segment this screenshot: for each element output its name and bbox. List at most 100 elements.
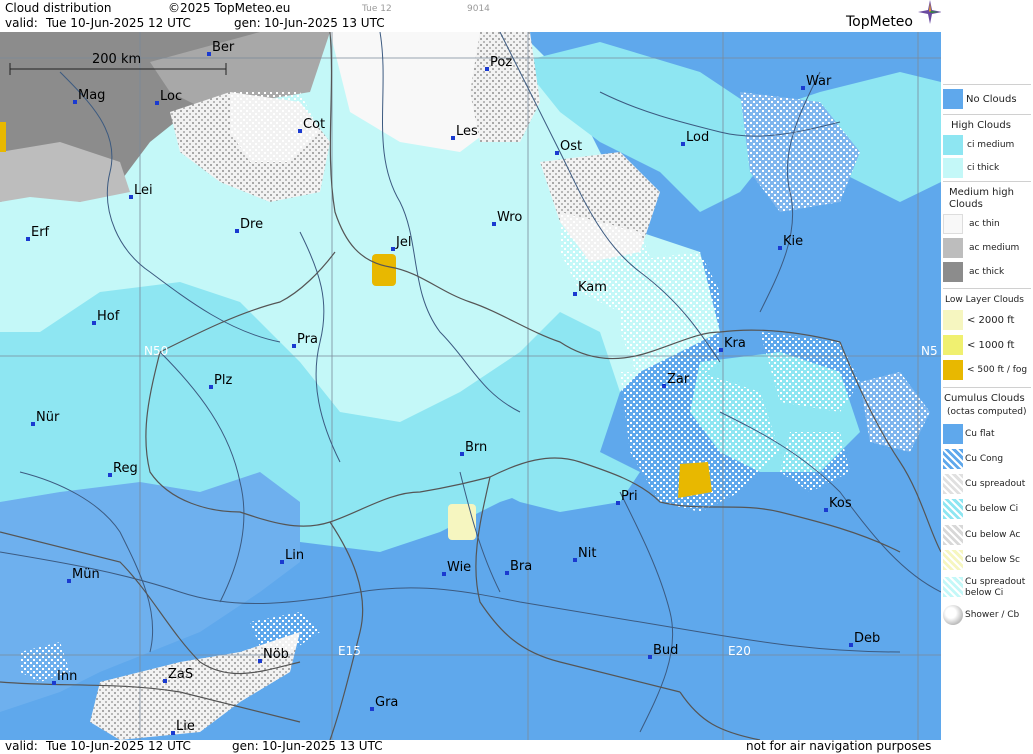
city-reg: Reg bbox=[108, 461, 138, 477]
city-label: Inn bbox=[57, 669, 77, 684]
legend-lt1000: < 1000 ft bbox=[967, 340, 1015, 351]
legend-cu-below-ac: Cu below Ac bbox=[965, 530, 1021, 540]
map-footer: valid: Tue 10-Jun-2025 12 UTC gen: 10-Ju… bbox=[0, 739, 941, 754]
city-label: Erf bbox=[31, 225, 50, 240]
cloud-map-canvas: N50 N5 E15 E20 Ber Poz War Mag Loc Cot Les Ost L… bbox=[0, 32, 941, 740]
city-brn: Brn bbox=[460, 440, 487, 456]
city-mun: Mün bbox=[67, 567, 100, 583]
city-label: Dre bbox=[240, 217, 263, 232]
city-mag: Mag bbox=[73, 88, 105, 104]
footer-disclaimer: not for air navigation purposes bbox=[746, 739, 932, 753]
city-label: Nit bbox=[578, 546, 596, 561]
city-label: Cot bbox=[303, 117, 325, 132]
legend-panel: No Clouds High Clouds ci medium ci thick… bbox=[941, 0, 1033, 754]
gen-label: gen: bbox=[234, 16, 261, 30]
legend-ac-thin: ac thin bbox=[969, 219, 1000, 229]
legend-swatch-ci-medium bbox=[943, 135, 963, 155]
legend-cu-below-ci: Cu below Ci bbox=[965, 504, 1019, 514]
city-bud: Bud bbox=[648, 643, 678, 659]
city-label: Kos bbox=[829, 496, 852, 511]
city-marker-icon bbox=[485, 67, 489, 71]
city-marker-icon bbox=[391, 247, 395, 251]
city-marker-icon bbox=[73, 100, 77, 104]
grid-label-n50-right: N5 bbox=[921, 344, 938, 358]
city-marker-icon bbox=[155, 101, 159, 105]
legend-divider bbox=[943, 114, 1031, 115]
city-poz: Poz bbox=[485, 55, 512, 71]
city-label: Wie bbox=[447, 560, 471, 575]
city-hof: Hof bbox=[92, 309, 120, 325]
city-kam: Kam bbox=[573, 280, 607, 296]
city-label: Mag bbox=[78, 88, 105, 103]
legend-swatch-cu-below-ci bbox=[943, 499, 963, 519]
city-marker-icon bbox=[505, 571, 509, 575]
legend-divider bbox=[943, 181, 1031, 182]
city-lod: Lod bbox=[681, 130, 709, 146]
faint-day-label: Tue 12 bbox=[362, 4, 392, 14]
copyright: ©2025 TopMeteo.eu bbox=[168, 1, 291, 15]
city-label: Brn bbox=[465, 440, 487, 455]
city-wro: Wro bbox=[492, 210, 522, 226]
city-marker-icon bbox=[129, 195, 133, 199]
legend-swatch-lt2000 bbox=[943, 310, 963, 330]
city-label: Bra bbox=[510, 559, 532, 574]
legend-cu-spreadout: Cu spreadout bbox=[965, 479, 1026, 489]
legend-swatch-lt500 bbox=[943, 360, 963, 380]
city-cot: Cot bbox=[298, 117, 325, 133]
footer-valid-label: valid: bbox=[5, 739, 38, 753]
city-dre: Dre bbox=[235, 217, 263, 233]
city-nob: Nöb bbox=[258, 647, 289, 663]
city-marker-icon bbox=[207, 52, 211, 56]
city-label: Deb bbox=[854, 631, 880, 646]
compass-star-icon bbox=[918, 0, 942, 24]
city-marker-icon bbox=[573, 292, 577, 296]
city-marker-icon bbox=[26, 237, 30, 241]
legend-no-clouds: No Clouds bbox=[966, 94, 1017, 105]
city-label: Kra bbox=[724, 336, 746, 351]
city-label: Gra bbox=[375, 695, 398, 710]
city-label: Lin bbox=[285, 548, 304, 563]
city-marker-icon bbox=[442, 572, 446, 576]
city-marker-icon bbox=[258, 659, 262, 663]
city-marker-icon bbox=[778, 246, 782, 250]
legend-divider bbox=[943, 387, 1031, 388]
topmeteo-logo[interactable]: TopMeteo bbox=[846, 14, 913, 30]
city-marker-icon bbox=[280, 560, 284, 564]
map-title: Cloud distribution bbox=[5, 1, 112, 15]
legend-ac-thick: ac thick bbox=[969, 267, 1005, 277]
legend-swatch-cu-spread-ci bbox=[943, 577, 963, 597]
city-label: Bud bbox=[653, 643, 678, 658]
city-marker-icon bbox=[292, 344, 296, 348]
city-label: Zar bbox=[667, 372, 690, 387]
legend-lt2000: < 2000 ft bbox=[967, 315, 1015, 326]
city-bra: Bra bbox=[505, 559, 532, 575]
city-label: Kam bbox=[578, 280, 607, 295]
legend-ci-medium: ci medium bbox=[967, 140, 1015, 150]
legend-cumulus-title-1: Cumulus Clouds bbox=[944, 393, 1025, 404]
city-marker-icon bbox=[849, 643, 853, 647]
city-label: Reg bbox=[113, 461, 138, 476]
city-kra: Kra bbox=[719, 336, 746, 352]
city-zar: Zar bbox=[662, 372, 690, 388]
city-label: Ber bbox=[212, 40, 235, 55]
city-marker-icon bbox=[108, 473, 112, 477]
legend-low-layer-title: Low Layer Clouds bbox=[945, 295, 1024, 305]
city-label: Ost bbox=[560, 139, 582, 154]
footer-gen-time: 10-Jun-2025 13 UTC bbox=[262, 739, 383, 753]
city-marker-icon bbox=[719, 348, 723, 352]
city-marker-icon bbox=[235, 229, 239, 233]
city-label: Lei bbox=[134, 183, 153, 198]
city-label: Pra bbox=[297, 332, 318, 347]
city-label: ZaS bbox=[168, 667, 193, 682]
legend-swatch-cu-flat bbox=[943, 424, 963, 444]
city-marker-icon bbox=[573, 558, 577, 562]
city-marker-icon bbox=[648, 655, 652, 659]
legend-cu-flat: Cu flat bbox=[965, 429, 995, 439]
legend-cu-cong: Cu Cong bbox=[965, 454, 1004, 464]
legend-swatch-ac-thick bbox=[943, 262, 963, 282]
legend-high-clouds-title: High Clouds bbox=[951, 120, 1011, 131]
city-marker-icon bbox=[31, 422, 35, 426]
city-zas: ZaS bbox=[163, 667, 193, 683]
cloud-map[interactable]: N50 N5 E15 E20 Ber Poz War Mag Loc Cot Les Ost L… bbox=[0, 32, 941, 740]
legend-swatch-ac-thin bbox=[943, 214, 963, 234]
